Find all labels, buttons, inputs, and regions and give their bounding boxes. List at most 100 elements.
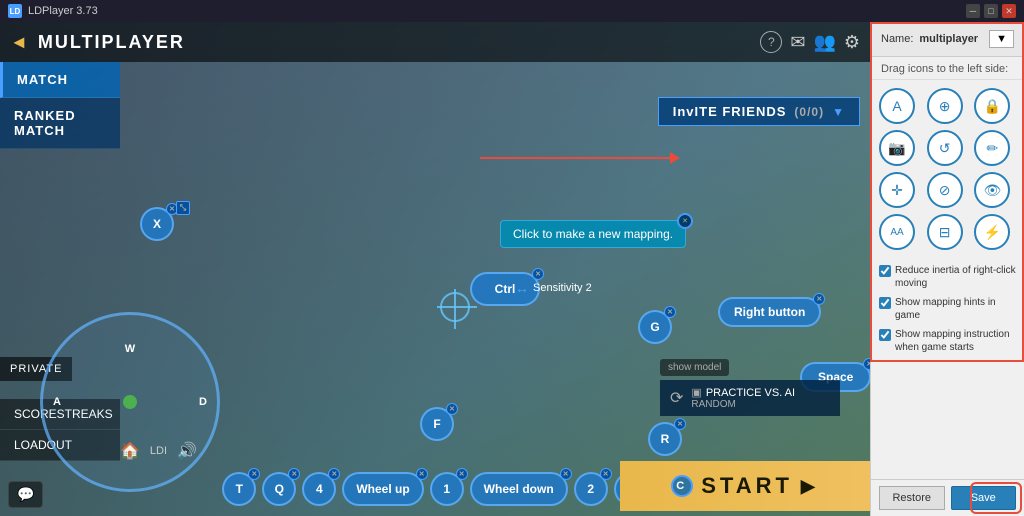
num2-key-label: 2 bbox=[587, 482, 594, 496]
close-button[interactable]: ✕ bbox=[1002, 4, 1016, 18]
panel-icons-grid: A ⊕ 🔒 📷 ↺ ✏ ✛ ⊘ 👁 AA ⊟ ⚡ bbox=[871, 80, 1024, 258]
panel-dropdown[interactable]: ▼ bbox=[989, 30, 1014, 48]
minimize-button[interactable]: ─ bbox=[966, 4, 980, 18]
wheel-up-remove-icon[interactable]: ✕ bbox=[416, 468, 428, 480]
num1-key[interactable]: 1 ✕ bbox=[430, 472, 464, 506]
titlebar: LD LDPlayer 3.73 ─ □ ✕ bbox=[0, 0, 1024, 22]
joystick-circle[interactable]: W A D S bbox=[40, 312, 220, 492]
x-key-container: X ✕ ⤡ bbox=[140, 207, 174, 241]
titlebar-left: LD LDPlayer 3.73 bbox=[8, 4, 98, 18]
reload-icon[interactable]: ↺ bbox=[927, 130, 963, 166]
q-key-remove-icon[interactable]: ✕ bbox=[288, 468, 300, 480]
random-label: RANDOM bbox=[691, 399, 795, 410]
wheel-down-remove-icon[interactable]: ✕ bbox=[560, 468, 572, 480]
x-key-label: X bbox=[153, 217, 161, 231]
right-button[interactable]: Right button ✕ bbox=[718, 297, 821, 327]
sensitivity-container: ↔ Sensitivity 2 bbox=[515, 280, 592, 296]
r-key-container: R ✕ bbox=[648, 422, 682, 456]
joystick-d-label: D bbox=[199, 396, 207, 408]
ctrl-key-label: Ctrl bbox=[495, 282, 516, 296]
maximize-button[interactable]: □ bbox=[984, 4, 998, 18]
back-arrow-icon: ◄ bbox=[10, 32, 28, 53]
dropdown-arrow-icon: ▼ bbox=[832, 105, 845, 119]
titlebar-controls: ─ □ ✕ bbox=[966, 4, 1016, 18]
target-icon[interactable]: ⊕ bbox=[927, 88, 963, 124]
letter-a-icon[interactable]: A bbox=[879, 88, 915, 124]
panel-drag-label: Drag icons to the left side: bbox=[871, 57, 1024, 80]
home-icon[interactable]: 🏠 bbox=[120, 441, 140, 461]
num4-key-remove-icon[interactable]: ✕ bbox=[328, 468, 340, 480]
r-key-remove-icon[interactable]: ✕ bbox=[674, 418, 686, 430]
bottom-icon-bar: 🏠 LDI 🔊 bbox=[120, 441, 197, 461]
space-key-remove-icon[interactable]: ✕ bbox=[863, 358, 870, 370]
wheel-down-label: Wheel down bbox=[484, 482, 554, 496]
eye-icon[interactable]: 👁 bbox=[974, 172, 1010, 208]
settings-icon[interactable]: ⚙ bbox=[844, 32, 860, 53]
new-mapping-text: Click to make a new mapping. bbox=[513, 227, 673, 241]
match-menu-item[interactable]: MATCH bbox=[0, 62, 120, 98]
reduce-inertia-checkbox[interactable] bbox=[879, 265, 891, 277]
reduce-inertia-label: Reduce inertia of right-click moving bbox=[895, 264, 1016, 290]
show-hints-label: Show mapping hints in game bbox=[895, 296, 1016, 322]
joystick-dot bbox=[123, 395, 137, 409]
start-arrow-icon: ▶ bbox=[801, 476, 819, 497]
pencil-icon[interactable]: ✏ bbox=[974, 130, 1010, 166]
screen-icon[interactable]: ⊟ bbox=[927, 214, 963, 250]
checkbox-row-1: Reduce inertia of right-click moving bbox=[879, 264, 1016, 290]
right-panel: Name: multiplayer ▼ Drag icons to the le… bbox=[870, 22, 1024, 516]
f-key-remove-icon[interactable]: ✕ bbox=[446, 403, 458, 415]
restore-button[interactable]: Restore bbox=[879, 486, 945, 510]
tooltip-close-icon[interactable]: ✕ bbox=[678, 214, 692, 228]
back-button[interactable]: ◄ MULTIPLAYER bbox=[10, 32, 185, 53]
help-button[interactable]: ? bbox=[760, 31, 782, 53]
new-mapping-tooltip[interactable]: Click to make a new mapping. ✕ bbox=[500, 220, 686, 248]
x-key[interactable]: X ✕ ⤡ bbox=[140, 207, 174, 241]
game-topbar: ◄ MULTIPLAYER ? ✉ 👥 ⚙ bbox=[0, 22, 870, 62]
refresh-icon: ⟳ bbox=[670, 388, 683, 408]
invite-friends-button[interactable]: InvITE FRIENDS (0/0) ▼ bbox=[658, 97, 860, 126]
num2-key[interactable]: 2 ✕ bbox=[574, 472, 608, 506]
no-icon[interactable]: ⊘ bbox=[927, 172, 963, 208]
chat-button[interactable]: 💬 bbox=[8, 481, 43, 508]
move-icon[interactable]: ✛ bbox=[879, 172, 915, 208]
show-instruction-checkbox[interactable] bbox=[879, 329, 891, 341]
lightning-icon[interactable]: ⚡ bbox=[974, 214, 1010, 250]
checkbox-row-3: Show mapping instruction when game start… bbox=[879, 328, 1016, 354]
ctrl-key-remove-icon[interactable]: ✕ bbox=[532, 268, 544, 280]
r-key[interactable]: R ✕ bbox=[648, 422, 682, 456]
show-model-button[interactable]: show model bbox=[660, 359, 729, 376]
wheel-up-key[interactable]: Wheel up ✕ bbox=[342, 472, 423, 506]
q-key[interactable]: Q ✕ bbox=[262, 472, 296, 506]
crosshair-inner bbox=[440, 292, 470, 322]
practice-bar: ⟳ ▣ PRACTICE VS. AI RANDOM bbox=[660, 380, 840, 416]
start-button[interactable]: C START ▶ bbox=[620, 461, 870, 511]
speaker-icon[interactable]: 🔊 bbox=[177, 441, 197, 461]
t-key-remove-icon[interactable]: ✕ bbox=[248, 468, 260, 480]
show-instruction-label: Show mapping instruction when game start… bbox=[895, 328, 1016, 354]
mail-icon[interactable]: ✉ bbox=[790, 32, 805, 53]
wheel-down-key[interactable]: Wheel down ✕ bbox=[470, 472, 568, 506]
ld-label: LDI bbox=[150, 445, 167, 457]
left-menu: MATCH RANKED MATCH bbox=[0, 62, 120, 149]
x-key-resize-icon[interactable]: ⤡ bbox=[176, 201, 190, 215]
ranked-match-menu-item[interactable]: RANKED MATCH bbox=[0, 98, 120, 149]
num1-key-remove-icon[interactable]: ✕ bbox=[456, 468, 468, 480]
practice-vs-ai-label: ▣ PRACTICE VS. AI bbox=[691, 386, 795, 399]
f-key-label: F bbox=[433, 417, 440, 431]
friends-icon[interactable]: 👥 bbox=[813, 32, 835, 53]
show-hints-checkbox[interactable] bbox=[879, 297, 891, 309]
t-key[interactable]: T ✕ bbox=[222, 472, 256, 506]
g-key-remove-icon[interactable]: ✕ bbox=[664, 306, 676, 318]
save-button[interactable]: Save bbox=[951, 486, 1017, 510]
num4-key-label: 4 bbox=[316, 482, 323, 496]
start-c-key: C bbox=[671, 475, 693, 497]
num2-key-remove-icon[interactable]: ✕ bbox=[600, 468, 612, 480]
num4-key[interactable]: 4 ✕ bbox=[302, 472, 336, 506]
lock-icon[interactable]: 🔒 bbox=[974, 88, 1010, 124]
g-key[interactable]: G ✕ bbox=[638, 310, 672, 344]
camera-icon[interactable]: 📷 bbox=[879, 130, 915, 166]
right-button-label: Right button bbox=[734, 305, 805, 319]
f-key[interactable]: F ✕ bbox=[420, 407, 454, 441]
checkmark-icon: ▣ bbox=[691, 386, 701, 399]
text-icon[interactable]: AA bbox=[879, 214, 915, 250]
